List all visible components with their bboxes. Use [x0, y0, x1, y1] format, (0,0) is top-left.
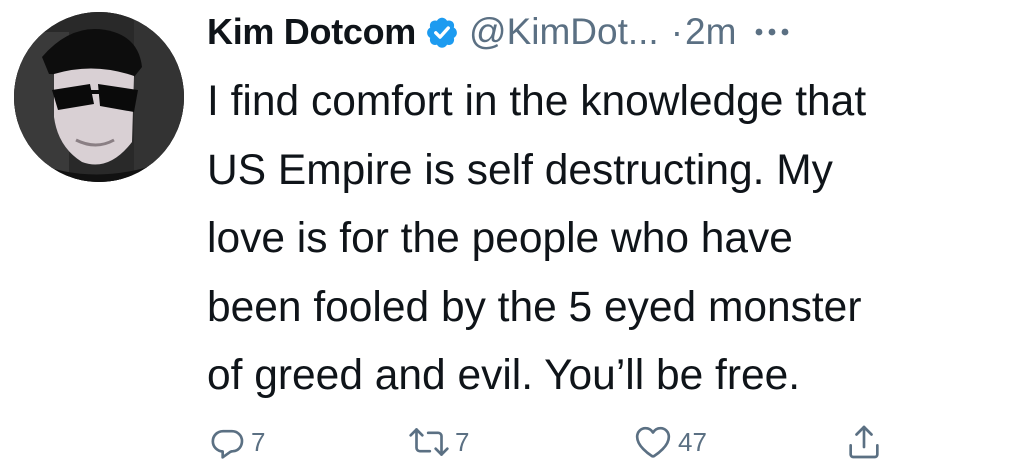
avatar[interactable]: [14, 12, 184, 182]
tweet-text-line: been fooled by the 5 eyed monster: [207, 283, 862, 331]
author-name[interactable]: Kim Dotcom: [207, 11, 416, 53]
tweet-text-line: love is for the people who have: [207, 215, 793, 262]
tweet-text-line: of greed and evil. You’ll be free.: [207, 352, 801, 399]
tweet-text: I find comfort in the knowledge that US …: [207, 68, 1007, 411]
share-icon: [849, 425, 879, 459]
like-count: 47: [678, 426, 707, 457]
verified-badge-icon: [425, 15, 459, 49]
timestamp[interactable]: 2m: [685, 11, 736, 53]
retweet-count: 7: [455, 426, 470, 457]
retweet-button[interactable]: 7: [407, 418, 469, 466]
reply-icon: [211, 429, 244, 459]
author-handle[interactable]: @KimDot...: [469, 11, 659, 53]
tweet-text-line: I find comfort in the knowledge that: [207, 78, 867, 125]
like-button[interactable]: 47: [632, 418, 707, 466]
separator-dot: ·: [670, 11, 684, 52]
avatar-image: [14, 12, 184, 182]
retweet-icon: [409, 428, 449, 456]
tweet-text-line: US Empire is self destructing. My: [207, 146, 833, 194]
heart-icon: [635, 426, 671, 458]
share-button[interactable]: [844, 418, 884, 466]
reply-count: 7: [251, 426, 266, 457]
more-horizontal-icon[interactable]: [754, 26, 790, 38]
tweet-header: Kim Dotcom @KimDot... · 2m: [207, 4, 1010, 60]
tweet-actions: 7 7 47: [0, 418, 1024, 466]
reply-button[interactable]: 7: [207, 418, 265, 466]
